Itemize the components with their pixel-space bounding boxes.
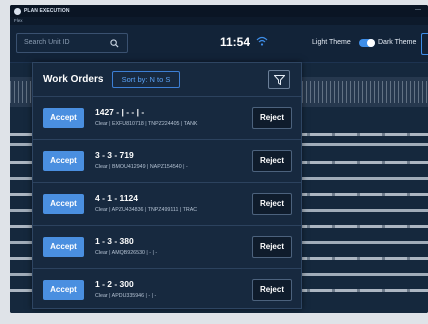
- title-bar: PLAN EXECUTION —: [10, 5, 428, 17]
- work-order-id: 4 - 1 - 1124: [95, 193, 139, 203]
- work-order-detail: Clear | APZU434836 | TNPZ499111 | TRAC: [95, 207, 198, 213]
- accept-button[interactable]: Accept: [43, 194, 84, 214]
- work-order-detail: Clear | AMQB926530 | - | -: [95, 250, 158, 256]
- clock: 11:54: [220, 35, 251, 49]
- filter-button[interactable]: [268, 70, 290, 89]
- reject-button[interactable]: Reject: [252, 236, 292, 258]
- work-order-detail: Clear | EXFU810718 | TNPZ224405 | TANK: [95, 121, 198, 127]
- reject-button[interactable]: Reject: [252, 150, 292, 172]
- header-edge-button[interactable]: [421, 33, 428, 55]
- work-order-id: 1 - 2 - 300: [95, 279, 134, 289]
- panel-title: Work Orders: [43, 74, 104, 85]
- work-order-row: Accept 1 - 2 - 300 Clear | APDU335946 | …: [33, 268, 301, 310]
- theme-toggle[interactable]: [359, 39, 375, 47]
- work-orders-panel: Work Orders Sort by: N to S Accept 1427 …: [32, 62, 302, 309]
- dark-theme-label: Dark Theme: [378, 39, 417, 46]
- work-order-row: Accept 1 - 3 - 380 Clear | AMQB926530 | …: [33, 225, 301, 267]
- top-header: Search Unit ID 11:54 Light Theme Dark Th…: [10, 25, 428, 63]
- search-placeholder: Search Unit ID: [24, 39, 70, 46]
- sort-button[interactable]: Sort by: N to S: [112, 71, 180, 88]
- work-order-detail: Clear | APDU335946 | - | -: [95, 293, 157, 299]
- work-order-row: Accept 4 - 1 - 1124 Clear | APZU434836 |…: [33, 182, 301, 224]
- menu-item-flex[interactable]: Flex: [14, 18, 23, 23]
- light-theme-label: Light Theme: [312, 39, 351, 46]
- search-icon[interactable]: [110, 39, 119, 48]
- panel-header: Work Orders Sort by: N to S: [33, 63, 301, 96]
- app-logo-icon: [14, 7, 21, 15]
- search-input[interactable]: Search Unit ID: [16, 33, 128, 53]
- work-order-detail: Clear | BMOU412949 | NAPZ154540 | -: [95, 164, 188, 170]
- filter-icon: [274, 75, 285, 85]
- work-order-row: Accept 1427 - | - - | - Clear | EXFU8107…: [33, 96, 301, 138]
- accept-button[interactable]: Accept: [43, 237, 84, 257]
- accept-button[interactable]: Accept: [43, 151, 84, 171]
- app-title: PLAN EXECUTION: [24, 8, 70, 14]
- accept-button[interactable]: Accept: [43, 108, 84, 128]
- minimize-button[interactable]: —: [415, 7, 421, 13]
- work-order-id: 1 - 3 - 380: [95, 236, 134, 246]
- app-window: PLAN EXECUTION — Flex Search Unit ID 11:…: [10, 5, 428, 313]
- wifi-icon: [256, 36, 268, 46]
- menu-bar: Flex: [10, 17, 428, 25]
- work-order-row: Accept 3 - 3 - 719 Clear | BMOU412949 | …: [33, 139, 301, 181]
- work-order-id: 1427 - | - - | -: [95, 107, 145, 117]
- work-order-id: 3 - 3 - 719: [95, 150, 134, 160]
- reject-button[interactable]: Reject: [252, 279, 292, 301]
- reject-button[interactable]: Reject: [252, 193, 292, 215]
- reject-button[interactable]: Reject: [252, 107, 292, 129]
- theme-toggle-knob: [367, 39, 375, 47]
- accept-button[interactable]: Accept: [43, 280, 84, 300]
